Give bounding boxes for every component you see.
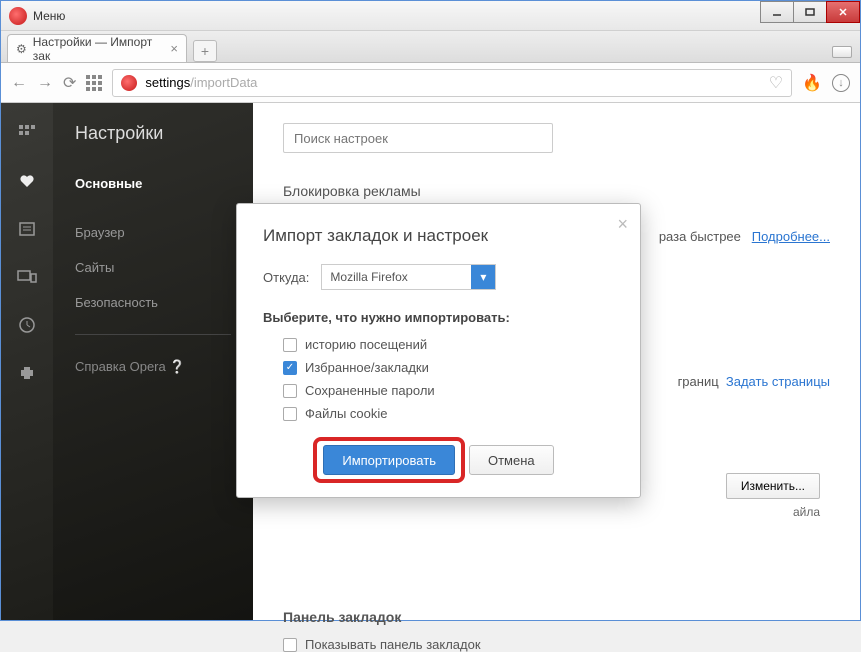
opera-url-icon xyxy=(121,75,137,91)
back-button[interactable]: ← xyxy=(11,74,27,92)
import-option-label: Сохраненные пароли xyxy=(305,383,435,398)
settings-sidebar: Настройки Основные Браузер Сайты Безопас… xyxy=(53,103,253,620)
import-modal: × Импорт закладок и настроек Откуда: Moz… xyxy=(236,203,641,498)
maximize-button[interactable] xyxy=(793,1,827,23)
import-option-label: Файлы cookie xyxy=(305,406,388,421)
import-option-row: ✓ Избранное/закладки xyxy=(283,360,614,375)
import-option-label: историю посещений xyxy=(305,337,427,352)
from-select-value: Mozilla Firefox xyxy=(330,270,407,284)
help-icon: ❔ xyxy=(169,359,185,374)
set-pages-link[interactable]: Задать страницы xyxy=(726,374,830,389)
import-option-checkbox[interactable] xyxy=(283,338,297,352)
import-option-row: Файлы cookie xyxy=(283,406,614,421)
reload-button[interactable]: ⟳ xyxy=(63,73,76,93)
modal-close-button[interactable]: × xyxy=(617,214,628,235)
speed-dial-icon[interactable] xyxy=(17,123,37,143)
show-bookmark-bar-label: Показывать панель закладок xyxy=(305,637,481,652)
sidebar-item-security[interactable]: Безопасность xyxy=(53,285,253,320)
heart-rail-icon[interactable] xyxy=(17,171,37,191)
bookmark-heart-icon[interactable]: ♡ xyxy=(769,73,783,93)
change-button[interactable]: Изменить... xyxy=(726,473,820,499)
import-option-checkbox[interactable] xyxy=(283,407,297,421)
url-text: settings/importData xyxy=(145,75,760,90)
import-option-checkbox[interactable] xyxy=(283,384,297,398)
icon-rail xyxy=(1,103,53,620)
tabstrip: ⚙ Настройки — Импорт зак × + xyxy=(1,31,860,63)
extensions-rail-icon[interactable] xyxy=(17,363,37,383)
apps-icon[interactable] xyxy=(86,75,102,91)
file-text: айла xyxy=(793,505,820,519)
forward-button[interactable]: → xyxy=(37,74,53,92)
downloads-icon[interactable]: ↓ xyxy=(832,74,850,92)
adblock-header: Блокировка рекламы xyxy=(283,183,830,199)
modal-title: Импорт закладок и настроек xyxy=(263,226,614,246)
from-label: Откуда: xyxy=(263,270,309,285)
import-option-label: Избранное/закладки xyxy=(305,360,429,375)
tab-title: Настройки — Импорт зак xyxy=(33,35,159,63)
tab-menu-handle[interactable] xyxy=(832,46,852,58)
devices-rail-icon[interactable] xyxy=(17,267,37,287)
minimize-button[interactable] xyxy=(760,1,794,23)
window-controls xyxy=(761,1,860,23)
learn-more-link[interactable]: Подробнее... xyxy=(752,229,830,244)
faster-text: раза быстрее xyxy=(659,229,741,244)
sidebar-help[interactable]: Справка Opera ❔ xyxy=(53,349,253,385)
close-button[interactable] xyxy=(826,1,860,23)
address-bar: ← → ⟳ settings/importData ♡ 🔥 ↓ xyxy=(1,63,860,103)
titlebar: Меню xyxy=(1,1,860,31)
select-header: Выберите, что нужно импортировать: xyxy=(263,310,614,325)
app-window: Меню ⚙ Настройки — Импорт зак × + ← → ⟳ xyxy=(0,0,861,621)
gear-icon: ⚙ xyxy=(16,42,27,56)
import-button[interactable]: Импортировать xyxy=(323,445,455,475)
flame-icon[interactable]: 🔥 xyxy=(802,73,822,93)
settings-search-input[interactable] xyxy=(283,123,553,153)
cancel-button[interactable]: Отмена xyxy=(469,445,554,475)
content-area: Настройки Основные Браузер Сайты Безопас… xyxy=(1,103,860,620)
opera-logo-icon xyxy=(9,7,27,25)
sidebar-item-browser[interactable]: Браузер xyxy=(53,215,253,250)
from-select[interactable]: Mozilla Firefox ▾ xyxy=(321,264,496,290)
chevron-down-icon: ▾ xyxy=(471,265,495,289)
import-option-row: историю посещений xyxy=(283,337,614,352)
news-rail-icon[interactable] xyxy=(17,219,37,239)
tab-settings[interactable]: ⚙ Настройки — Импорт зак × xyxy=(7,34,187,62)
new-tab-button[interactable]: + xyxy=(193,40,217,62)
import-option-checkbox[interactable]: ✓ xyxy=(283,361,297,375)
pages-text: границ xyxy=(678,374,719,389)
url-field[interactable]: settings/importData ♡ xyxy=(112,69,792,97)
bookmark-bar-header: Панель закладок xyxy=(283,609,830,625)
clock-rail-icon[interactable] xyxy=(17,315,37,335)
tab-close-button[interactable]: × xyxy=(170,41,178,56)
menu-button[interactable]: Меню xyxy=(33,9,65,23)
show-bookmark-bar-checkbox[interactable] xyxy=(283,638,297,652)
sidebar-item-basic[interactable]: Основные xyxy=(53,166,253,201)
sidebar-title: Настройки xyxy=(53,123,253,166)
import-option-row: Сохраненные пароли xyxy=(283,383,614,398)
sidebar-item-sites[interactable]: Сайты xyxy=(53,250,253,285)
